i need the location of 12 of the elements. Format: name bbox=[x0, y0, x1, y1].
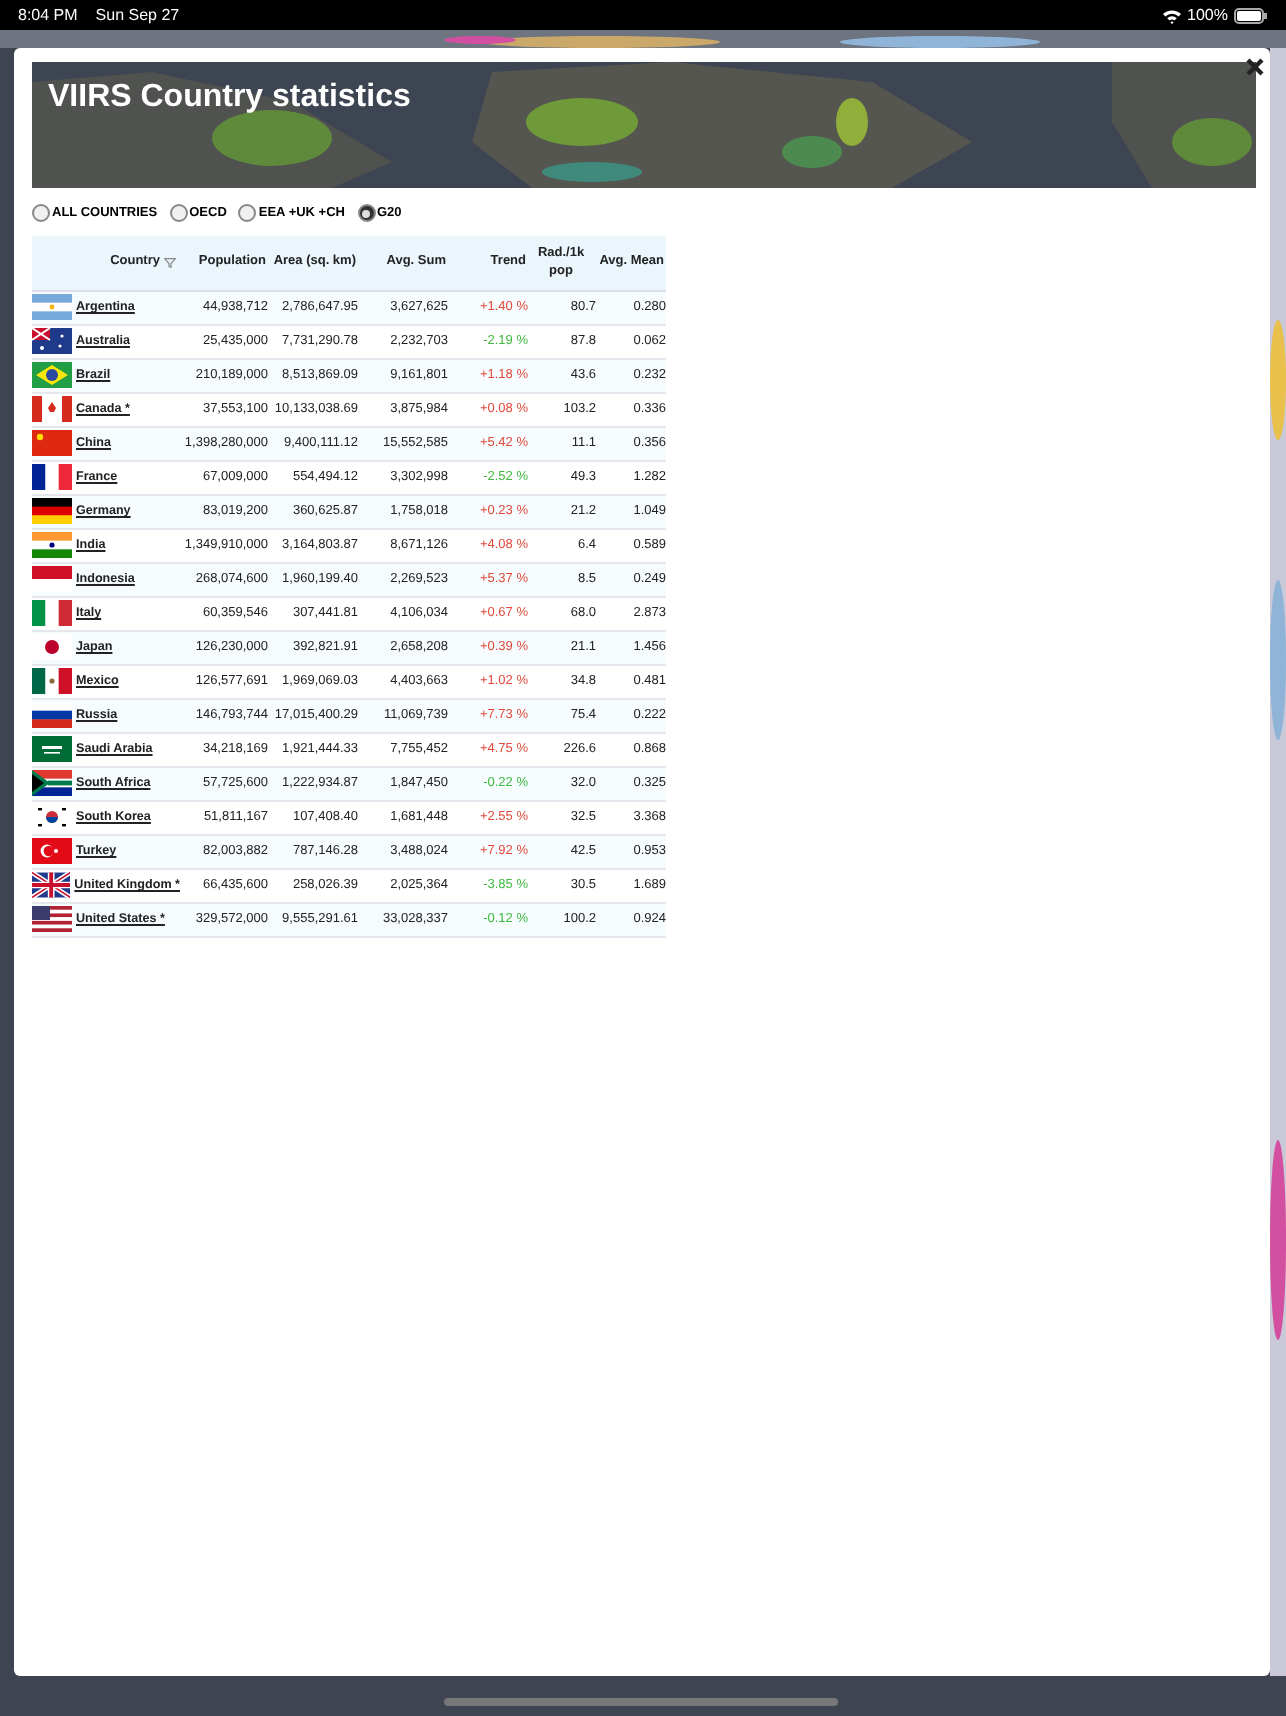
status-time: 8:04 PM bbox=[18, 3, 78, 27]
flag-icon bbox=[32, 362, 72, 389]
flag-icon bbox=[32, 804, 72, 831]
close-icon[interactable] bbox=[1246, 58, 1264, 76]
wifi-icon bbox=[1161, 7, 1182, 23]
flag-icon bbox=[32, 498, 72, 525]
filter-icon[interactable] bbox=[164, 257, 176, 268]
flag-icon bbox=[32, 430, 72, 457]
dialog-title: VIIRS Country statistics bbox=[48, 78, 411, 118]
status-date: Sun Sep 27 bbox=[95, 3, 180, 27]
battery-percent: 100% bbox=[1187, 3, 1228, 27]
battery-icon bbox=[1234, 7, 1268, 23]
